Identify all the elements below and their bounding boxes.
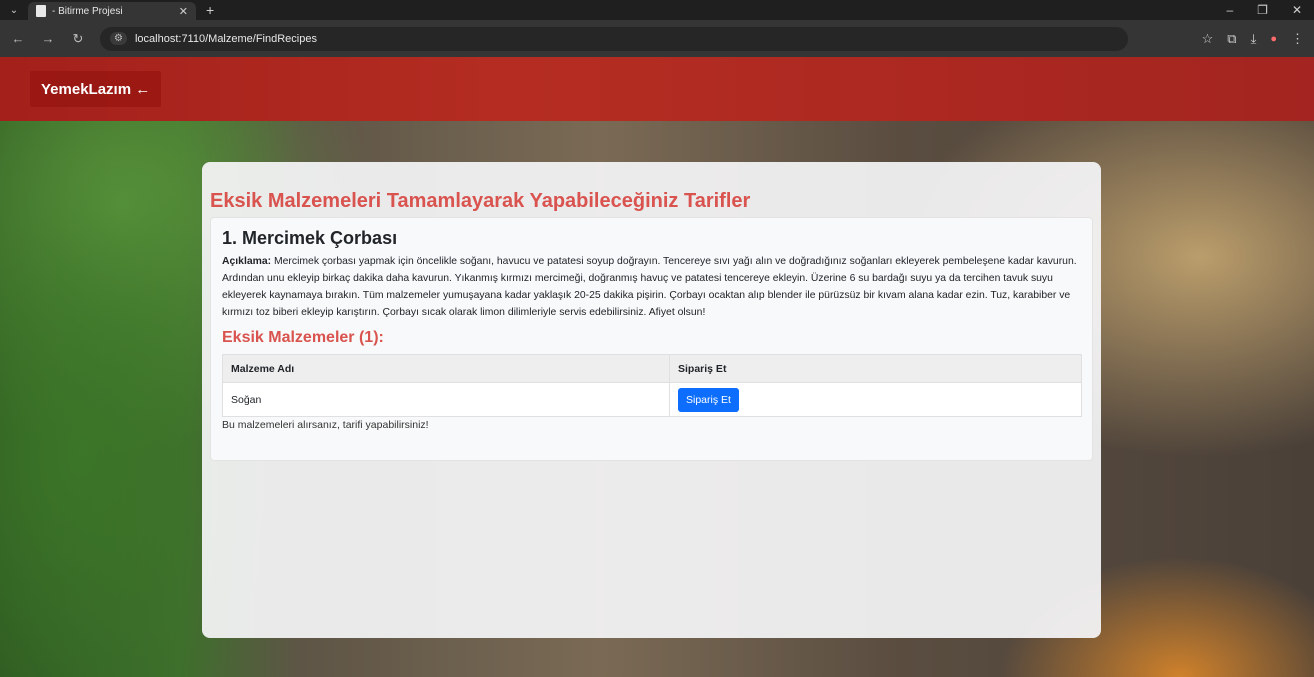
table-header-row: Malzeme Adı Sipariş Et (222, 354, 1082, 383)
menu-icon[interactable]: ⋮ (1291, 31, 1304, 47)
description-text: Mercimek çorbası yapmak için öncelikle s… (222, 256, 1077, 318)
page-icon (36, 5, 46, 17)
brand-link[interactable]: YemekLazım ← (30, 71, 162, 107)
ingredient-name: Soğan (222, 382, 670, 417)
results-container: Eksik Malzemeleri Tamamlayarak Yapabilec… (202, 162, 1101, 638)
order-button[interactable]: Sipariş Et (678, 387, 739, 412)
hint-text: Bu malzemeleri alırsanız, tarifi yapabil… (222, 419, 429, 431)
tab-search-icon[interactable]: ⌄ (0, 0, 28, 20)
bookmark-star-icon[interactable]: ☆ (1202, 31, 1214, 47)
restore-icon[interactable]: ❐ (1257, 3, 1268, 17)
download-icon[interactable]: ⤓ (1251, 31, 1257, 47)
site-info-icon[interactable]: ⚙ (110, 32, 127, 45)
back-icon[interactable]: ← (10, 31, 26, 46)
reload-icon[interactable]: ↻ (70, 31, 86, 47)
header-band (0, 57, 1314, 121)
page-title: Eksik Malzemeleri Tamamlayarak Yapabilec… (210, 190, 751, 212)
close-window-icon[interactable]: ✕ (1292, 3, 1302, 17)
missing-ingredients-table: Malzeme Adı Sipariş Et Soğan Sipariş Et (222, 354, 1082, 417)
profile-icon[interactable]: ● (1270, 33, 1277, 45)
page-background: YemekLazım ← Eksik Malzemeleri Tamamlaya… (0, 57, 1314, 677)
description-label: Açıklama: (222, 256, 272, 267)
column-header-order: Sipariş Et (669, 354, 1082, 383)
browser-tab[interactable]: - Bitirme Projesi ✕ (28, 1, 196, 21)
extensions-icon[interactable]: ⧉ (1227, 31, 1236, 47)
close-tab-icon[interactable]: ✕ (179, 5, 188, 18)
url-text: localhost:7110/Malzeme/FindRecipes (134, 32, 317, 45)
missing-ingredients-title: Eksik Malzemeler (1): (222, 329, 384, 346)
forward-icon[interactable]: → (40, 31, 56, 46)
new-tab-icon[interactable]: + (206, 2, 214, 18)
minimize-icon[interactable]: – (1226, 3, 1233, 17)
tab-title: - Bitirme Projesi (52, 5, 123, 17)
recipe-description: Açıklama: Mercimek çorbası yapmak için ö… (222, 253, 1081, 321)
browser-tab-bar: ⌄ - Bitirme Projesi ✕ + – ❐ ✕ (0, 0, 1314, 21)
order-cell: Sipariş Et (669, 382, 1082, 417)
recipe-title: 1. Mercimek Çorbası (222, 228, 398, 248)
recipe-card: 1. Mercimek Çorbası Açıklama: Mercimek ç… (210, 217, 1093, 461)
table-row: Soğan Sipariş Et (222, 382, 1082, 417)
browser-toolbar: ← → ↻ ⚙ localhost:7110/Malzeme/FindRecip… (0, 20, 1314, 57)
column-header-ingredient: Malzeme Adı (222, 354, 670, 383)
window-controls: – ❐ ✕ (1226, 0, 1314, 20)
address-bar[interactable]: ⚙ localhost:7110/Malzeme/FindRecipes (100, 26, 1128, 51)
